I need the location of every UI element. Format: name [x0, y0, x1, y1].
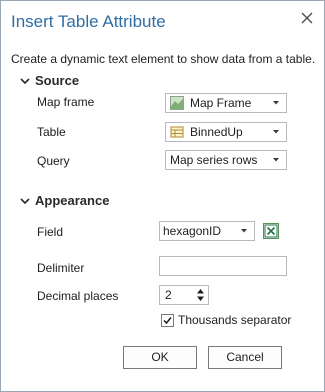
excel-expression-icon: [264, 224, 278, 238]
checkmark-icon: [163, 316, 172, 324]
query-dropdown[interactable]: Map series rows: [165, 150, 287, 170]
delimiter-input[interactable]: [159, 256, 287, 276]
map-frame-icon: [170, 96, 184, 110]
thousands-separator-label: Thousands separator: [178, 313, 292, 327]
chevron-down-icon: [273, 130, 279, 134]
table-value: BinnedUp: [190, 125, 243, 139]
map-frame-dropdown[interactable]: Map Frame: [165, 93, 287, 113]
dialog-description: Create a dynamic text element to show da…: [11, 52, 316, 66]
table-label: Table: [37, 125, 66, 139]
chevron-down-icon: [273, 158, 279, 162]
dialog-title: Insert Table Attribute: [11, 12, 166, 31]
chevron-down-icon: [20, 197, 30, 204]
table-dropdown[interactable]: BinnedUp: [165, 122, 287, 142]
delimiter-label: Delimiter: [37, 261, 85, 275]
appearance-section-toggle[interactable]: Appearance: [19, 193, 109, 208]
source-section-toggle[interactable]: Source: [19, 73, 79, 88]
chevron-down-icon: [241, 229, 247, 233]
field-value: hexagonID: [163, 224, 222, 238]
decimal-places-stepper[interactable]: 2: [159, 285, 209, 305]
chevron-down-icon: [20, 77, 30, 84]
field-label: Field: [37, 225, 64, 239]
field-dropdown[interactable]: hexagonID: [159, 221, 255, 241]
map-frame-value: Map Frame: [190, 96, 252, 110]
spin-up-icon[interactable]: [196, 287, 205, 295]
query-label: Query: [37, 154, 70, 168]
thousands-separator-checkbox-row[interactable]: Thousands separator: [161, 313, 291, 327]
decimal-places-label: Decimal places: [37, 289, 119, 303]
table-icon: [170, 126, 184, 138]
appearance-heading: Appearance: [35, 193, 110, 208]
insert-table-attribute-dialog: Insert Table Attribute Create a dynamic …: [0, 0, 325, 392]
decimal-places-value: 2: [165, 288, 172, 302]
thousands-separator-checkbox[interactable]: [161, 313, 174, 327]
expression-button[interactable]: [263, 223, 279, 239]
source-heading: Source: [35, 73, 80, 88]
cancel-button[interactable]: Cancel: [208, 346, 282, 369]
spin-down-icon[interactable]: [196, 295, 205, 303]
close-icon[interactable]: [299, 10, 315, 26]
chevron-down-icon: [273, 101, 279, 105]
map-frame-label: Map frame: [37, 95, 95, 109]
query-value: Map series rows: [170, 153, 258, 167]
ok-button[interactable]: OK: [123, 346, 197, 369]
